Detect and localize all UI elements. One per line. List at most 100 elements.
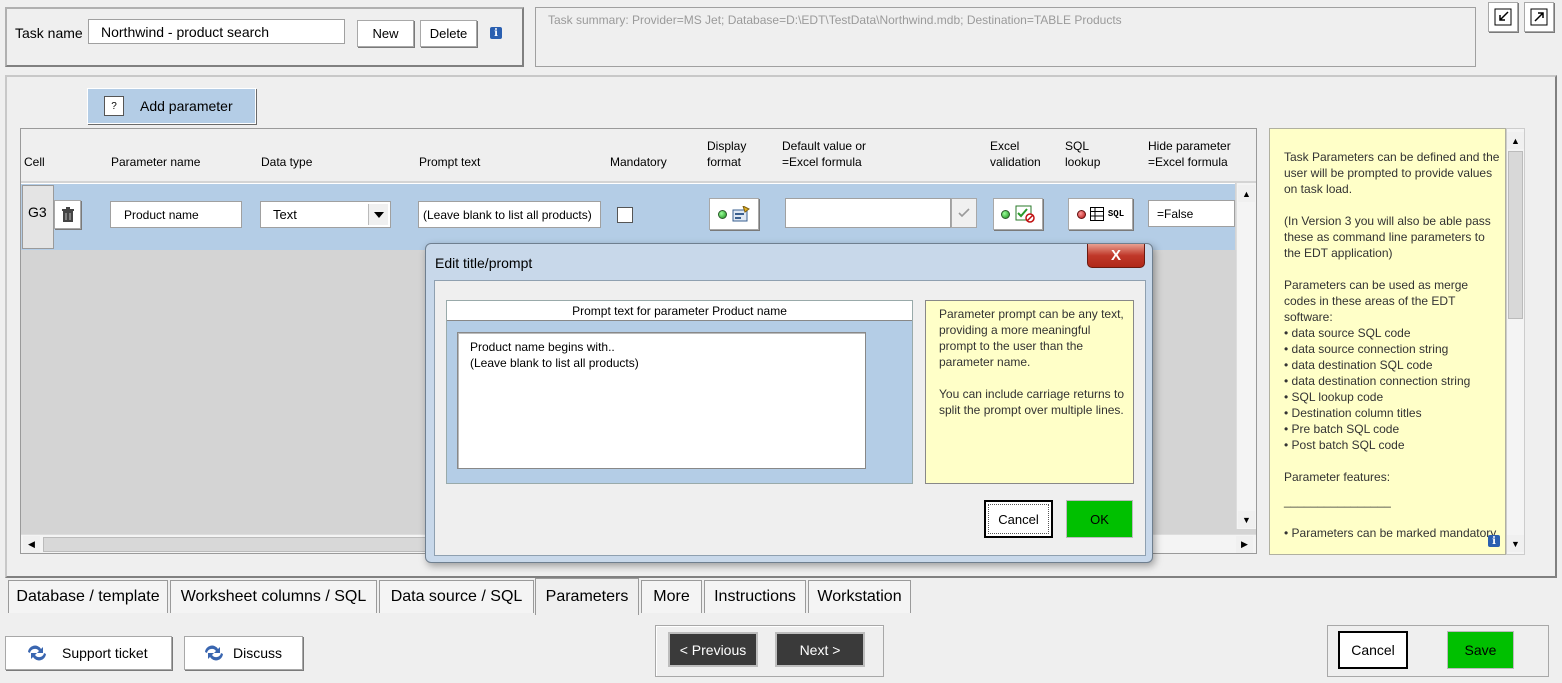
help-bullet: • data source connection string (1284, 342, 1449, 356)
dialog-title: Edit title/prompt (435, 255, 533, 271)
add-parameter-icon: ? (104, 96, 124, 116)
dialog-note-text: You can include carriage returns to spli… (939, 387, 1125, 417)
scroll-down-arrow[interactable]: ▼ (1238, 511, 1255, 528)
mandatory-checkbox[interactable] (617, 207, 633, 223)
task-info-icon[interactable]: i (490, 27, 502, 39)
grid-vertical-scrollbar[interactable]: ▲ ▼ (1236, 183, 1256, 529)
help-bullet: • Post batch SQL code (1284, 438, 1405, 452)
help-text: Task Parameters can be defined and the u… (1284, 149, 1502, 541)
hide-parameter-input[interactable]: =False (1148, 200, 1235, 227)
col-excel-line2: validation (990, 155, 1041, 169)
status-red-icon (1076, 209, 1086, 219)
col-hide-line2: =Excel formula (1148, 155, 1228, 169)
col-data-type: Data type (261, 155, 313, 169)
prompt-text-area[interactable]: Product name begins with.. (Leave blank … (457, 332, 866, 469)
col-sql-line1: SQL (1065, 139, 1090, 153)
delete-task-button[interactable]: Delete (420, 20, 477, 47)
prompt-line: (Leave blank to list all products) (470, 356, 639, 370)
col-sql-line2: lookup (1065, 155, 1101, 169)
cancel-button[interactable]: Cancel (1338, 631, 1408, 669)
chevron-down-icon (373, 211, 384, 218)
col-hide-line1: Hide parameter (1148, 139, 1231, 153)
dialog-close-button[interactable]: X (1087, 244, 1145, 268)
horizontal-scroll-thumb[interactable] (43, 537, 443, 552)
help-paragraph: Parameter features: (1284, 470, 1391, 484)
scroll-right-arrow[interactable]: ▶ (1236, 536, 1253, 553)
help-scrollbar[interactable]: ▲ ▼ (1506, 128, 1525, 555)
sql-lookup-button[interactable]: SQL (1068, 198, 1133, 230)
discuss-button[interactable]: Discuss (184, 636, 303, 670)
validation-icon (1015, 205, 1035, 223)
trash-icon (61, 206, 74, 222)
add-parameter-button[interactable]: ? Add parameter (87, 88, 256, 124)
col-mandatory: Mandatory (610, 155, 667, 169)
delete-row-button[interactable] (54, 200, 81, 229)
task-name-input[interactable]: Northwind - product search (88, 19, 345, 44)
dialog-cancel-button[interactable]: Cancel (984, 500, 1053, 538)
tab-parameters[interactable]: Parameters (535, 578, 639, 615)
row-cell-label: G3 (28, 204, 47, 220)
col-excel-validation: Excel validation (990, 138, 1041, 170)
prompt-editor-header: Prompt text for parameter Product name (447, 301, 912, 321)
help-scroll-up-arrow[interactable]: ▲ (1507, 132, 1524, 149)
tab-data-source[interactable]: Data source / SQL (379, 580, 534, 613)
col-parameter-name: Parameter name (111, 155, 201, 169)
status-green-icon (718, 209, 727, 219)
help-scroll-down-arrow[interactable]: ▼ (1507, 535, 1524, 552)
col-excel-line1: Excel (990, 139, 1020, 153)
dropdown-arrow-button[interactable] (368, 204, 388, 225)
dialog-note-text: Parameter prompt can be any text, provid… (939, 307, 1124, 369)
help-bullet: • Parameters can be marked mandatory. (1284, 526, 1499, 540)
maximize-window-button[interactable] (1524, 2, 1554, 32)
tab-database-template[interactable]: Database / template (8, 580, 168, 613)
task-summary-text: Task summary: Provider=MS Jet; Database=… (548, 13, 1122, 27)
support-arrows-icon (28, 645, 46, 661)
help-bullet: • Destination column titles (1284, 406, 1422, 420)
support-ticket-button[interactable]: Support ticket (5, 636, 172, 670)
prompt-text-input[interactable]: (Leave blank to list all products) (418, 201, 601, 228)
col-display-format: Display format (707, 138, 746, 170)
previous-button[interactable]: < Previous (668, 632, 758, 667)
tab-worksheet-columns[interactable]: Worksheet columns / SQL (170, 580, 377, 613)
data-type-value: Text (273, 207, 297, 222)
default-value-check-button[interactable] (951, 198, 977, 228)
help-panel: Task Parameters can be defined and the u… (1269, 128, 1506, 555)
tab-workstation[interactable]: Workstation (808, 580, 911, 613)
parameter-name-input[interactable]: Product name (110, 201, 242, 228)
new-task-button[interactable]: New (357, 20, 414, 47)
format-icon (732, 206, 750, 222)
expand-window-icon (1530, 8, 1548, 26)
help-bullet: • Pre batch SQL code (1284, 422, 1400, 436)
help-bullet: • data source SQL code (1284, 326, 1411, 340)
col-cell: Cell (24, 155, 45, 169)
help-divider: ________________ (1284, 494, 1391, 508)
tab-more[interactable]: More (641, 580, 702, 613)
restore-window-button[interactable] (1488, 2, 1518, 32)
scroll-up-arrow[interactable]: ▲ (1238, 185, 1255, 202)
help-info-icon[interactable]: i (1488, 535, 1500, 547)
table-icon (1089, 207, 1104, 221)
status-green-icon (1001, 209, 1010, 219)
excel-validation-button[interactable] (993, 198, 1043, 230)
prompt-editor-header-text: Prompt text for parameter Product name (572, 303, 787, 318)
next-button[interactable]: Next > (775, 632, 865, 667)
tab-instructions[interactable]: Instructions (704, 580, 806, 613)
data-type-select[interactable]: Text (260, 201, 391, 228)
prompt-line: Product name begins with.. (470, 340, 615, 354)
dialog-ok-button[interactable]: OK (1066, 500, 1133, 538)
task-summary-box: Task summary: Provider=MS Jet; Database=… (535, 7, 1476, 67)
save-button[interactable]: Save (1447, 631, 1514, 669)
help-bullet: • data destination SQL code (1284, 358, 1433, 372)
display-format-button[interactable] (709, 198, 759, 230)
scroll-left-arrow[interactable]: ◀ (23, 536, 40, 553)
col-display-line2: format (707, 155, 742, 169)
close-icon: X (1110, 247, 1121, 264)
default-value-input[interactable] (785, 198, 951, 228)
col-display-line1: Display (707, 139, 747, 153)
row-cell-ref: G3 (22, 185, 54, 249)
col-hide-parameter: Hide parameter =Excel formula (1148, 138, 1231, 170)
discuss-label: Discuss (233, 645, 283, 661)
shrink-window-icon (1494, 8, 1512, 26)
help-scroll-thumb[interactable] (1508, 151, 1523, 319)
col-default-value: Default value or =Excel formula (782, 138, 866, 170)
